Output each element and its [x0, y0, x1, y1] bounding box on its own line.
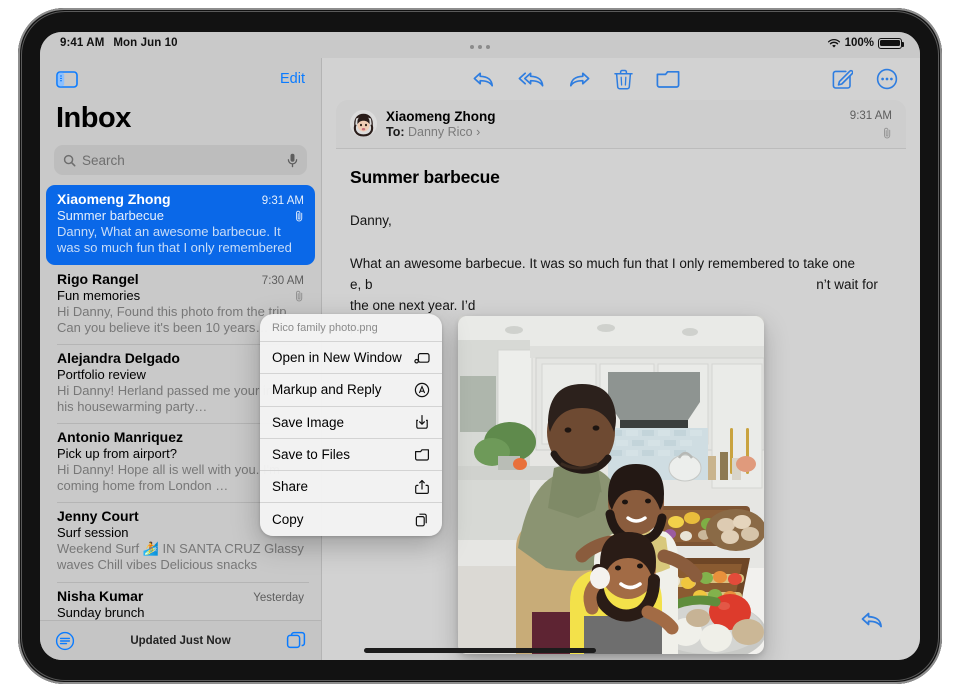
open-in-new-window-icon [414, 352, 430, 364]
message-subject: Summer barbecue [350, 167, 500, 187]
message-time: 9:31 AM [849, 110, 892, 122]
mail-subject: Sunday brunch [57, 605, 145, 620]
reply-icon[interactable] [472, 69, 495, 89]
filter-icon[interactable] [55, 631, 75, 651]
compose-icon[interactable] [832, 69, 853, 90]
trash-icon[interactable] [614, 69, 633, 90]
attachment-preview-image[interactable] [458, 316, 764, 654]
sync-status-text: Updated Just Now [130, 634, 231, 647]
wifi-icon [827, 38, 840, 48]
sidebar-bottom-toolbar: Updated Just Now [40, 620, 321, 660]
paperclip-icon [296, 290, 303, 301]
mail-subject: Surf session [57, 525, 129, 540]
mail-subject: Portfolio review [57, 367, 146, 382]
search-icon [63, 154, 76, 166]
paperclip-icon [296, 210, 303, 221]
new-window-icon[interactable] [286, 631, 306, 651]
menu-item-label: Save Image [272, 414, 345, 430]
mail-sender: Antonio Manriquez [57, 429, 183, 445]
detail-toolbar [322, 58, 920, 100]
mail-sender: Nisha Kumar [57, 588, 144, 604]
to-label: To: [386, 125, 405, 139]
share-icon [415, 479, 429, 494]
message-header-text: Xiaomeng Zhong To: Danny Rico › [386, 109, 496, 139]
mail-sender: Xiaomeng Zhong [57, 191, 171, 207]
menu-item-open-in-new-window[interactable]: Open in New Window [260, 342, 442, 375]
status-time: 9:41 AM [60, 37, 105, 49]
status-bar: 9:41 AM Mon Jun 10 100% [40, 32, 920, 58]
menu-item-label: Open in New Window [272, 350, 402, 366]
message-body: Summer barbecue Danny, What an awesome b… [336, 149, 906, 337]
message-greeting: Danny, [350, 213, 392, 228]
menu-item-label: Markup and Reply [272, 382, 382, 398]
message-recipient[interactable]: To: Danny Rico › [386, 125, 496, 139]
mail-subject: Pick up from airport? [57, 446, 177, 461]
menu-item-label: Share [272, 479, 309, 495]
search-placeholder: Search [82, 152, 125, 168]
microphone-icon[interactable] [287, 153, 298, 168]
battery-full-icon [878, 37, 905, 49]
chevron-right-icon: › [476, 125, 481, 139]
memoji-avatar [350, 110, 377, 137]
save-image-icon [416, 415, 428, 430]
mail-sender: Rigo Rangel [57, 271, 139, 287]
reply-all-icon[interactable] [518, 69, 545, 89]
mail-time: 9:31 AM [261, 195, 304, 207]
message-sender: Xiaomeng Zhong [386, 109, 496, 124]
page-title: Inbox [56, 102, 131, 134]
screenshot-root: 9:41 AM Mon Jun 10 100% Edit Inbox Searc… [0, 0, 960, 692]
battery-percent-label: 100% [844, 37, 874, 49]
mail-preview: Danny, What an awesome barbecue. It was … [57, 224, 292, 256]
context-menu: Rico family photo.png Open in New Window… [260, 314, 442, 536]
folder-icon[interactable] [656, 69, 680, 89]
status-date: Mon Jun 10 [113, 37, 178, 49]
edit-button[interactable]: Edit [280, 71, 305, 87]
reply-button[interactable] [860, 609, 884, 630]
sidebar-toggle-icon[interactable] [56, 70, 78, 88]
message-body-line-1: What an awesome barbecue. It was so much… [350, 256, 856, 271]
avatar[interactable] [350, 110, 377, 137]
search-input[interactable]: Search [54, 145, 307, 175]
mail-sender: Alejandra Delgado [57, 350, 180, 366]
message-header: Xiaomeng Zhong To: Danny Rico › 9:31 AM [336, 100, 906, 149]
menu-item-share[interactable]: Share [260, 471, 442, 504]
mail-subject: Summer barbecue [57, 208, 164, 223]
table-row[interactable]: Xiaomeng Zhong 9:31 AM Summer barbecue D… [46, 185, 315, 265]
menu-item-save-to-files[interactable]: Save to Files [260, 439, 442, 472]
ipad-screen: 9:41 AM Mon Jun 10 100% Edit Inbox Searc… [40, 32, 920, 660]
context-menu-title: Rico family photo.png [260, 314, 442, 342]
mail-time: 7:30 AM [261, 275, 304, 287]
menu-item-copy[interactable]: Copy [260, 503, 442, 535]
folder-icon [415, 448, 429, 461]
mail-sender: Jenny Court [57, 508, 139, 524]
multitasking-dots-icon[interactable] [470, 45, 490, 49]
more-circle-icon[interactable] [876, 68, 898, 90]
home-indicator[interactable] [364, 648, 596, 653]
to-name: Danny Rico [408, 125, 473, 139]
menu-item-label: Save to Files [272, 447, 351, 463]
mail-preview: Weekend Surf 🏄 IN SANTA CRUZ Glassy wave… [57, 541, 304, 573]
menu-item-markup-and-reply[interactable]: Markup and Reply [260, 374, 442, 407]
status-bar-right: 100% [827, 37, 905, 49]
message-body-line-2-start: e, b [350, 277, 373, 292]
menu-item-label: Copy [272, 512, 304, 528]
forward-icon[interactable] [568, 69, 591, 89]
message-body-line-2-end: n’t wait for the one next year. I’d [350, 277, 878, 313]
markup-icon [414, 382, 430, 398]
paperclip-icon [884, 127, 891, 139]
message-header-meta: 9:31 AM [850, 110, 892, 139]
mail-time: Yesterday [253, 592, 304, 604]
menu-item-save-image[interactable]: Save Image [260, 407, 442, 439]
sidebar-top-bar: Edit [40, 58, 321, 100]
copy-icon [415, 513, 427, 527]
mail-subject: Fun memories [57, 288, 141, 303]
status-bar-left: 9:41 AM Mon Jun 10 [60, 37, 178, 49]
